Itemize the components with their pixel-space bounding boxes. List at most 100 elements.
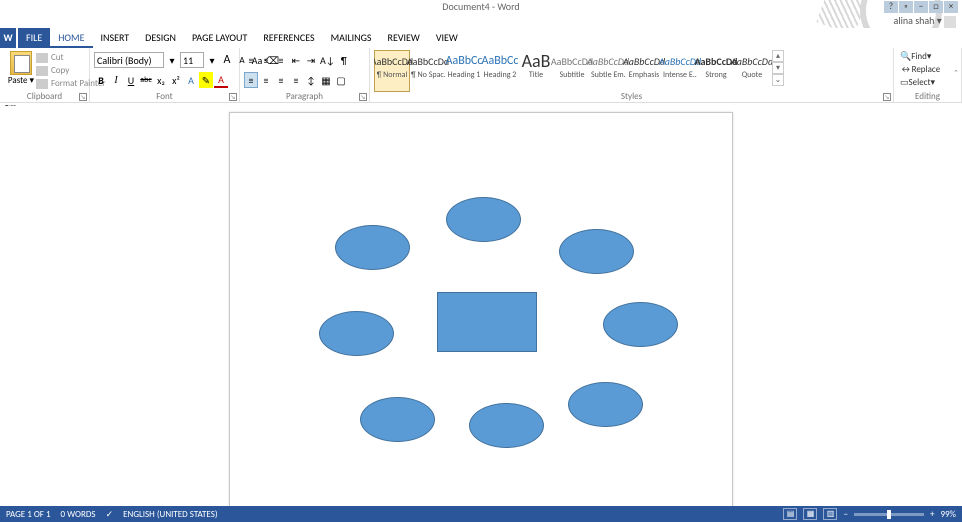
styles-scroll-up[interactable]: ▴ — [772, 50, 784, 62]
style-normal[interactable]: AaBbCcDd¶ Normal — [374, 50, 410, 92]
find-button[interactable]: 🔍 Find ▾ — [898, 50, 957, 63]
highlight-button[interactable]: ✎ — [199, 72, 213, 88]
line-spacing-button[interactable]: ↕ — [304, 72, 318, 88]
view-web-layout[interactable]: ▥ — [823, 508, 837, 520]
ribbon-tabs: W FILE HOME INSERT DESIGN PAGE LAYOUT RE… — [0, 28, 962, 48]
close-button[interactable]: × — [944, 1, 958, 13]
tab-home[interactable]: HOME — [50, 28, 92, 48]
tab-view[interactable]: VIEW — [428, 28, 466, 48]
style-nospac[interactable]: AaBbCcDd¶ No Spac... — [410, 50, 446, 92]
collapse-ribbon-button[interactable]: ˆ — [954, 67, 958, 80]
status-language[interactable]: ENGLISH (UNITED STATES) — [123, 509, 217, 520]
styles-dialog-launcher[interactable]: ↘ — [883, 93, 891, 101]
shading-button[interactable]: ▦ — [319, 72, 333, 88]
view-print-layout[interactable]: ▦ — [803, 508, 817, 520]
document-area[interactable] — [0, 106, 962, 506]
styles-scroll-down[interactable]: ▾ — [772, 62, 784, 74]
clipboard-dialog-launcher[interactable]: ↘ — [79, 93, 87, 101]
font-color-button[interactable]: A — [214, 72, 228, 88]
maximize-button[interactable]: □ — [929, 1, 943, 13]
font-name-input[interactable] — [94, 52, 164, 68]
align-right-button[interactable]: ≡ — [274, 72, 288, 88]
status-page[interactable]: PAGE 1 OF 1 — [6, 509, 51, 520]
group-font: ▾ ▾ A A Aa ⌫ B I U abc x₂ x² A ✎ A Font … — [90, 48, 240, 103]
paste-button[interactable]: Paste ▾ — [4, 50, 38, 86]
minimize-button[interactable]: − — [914, 1, 928, 13]
font-size-dropdown[interactable]: ▾ — [205, 52, 219, 68]
group-label-font: Font — [90, 91, 239, 102]
font-name-dropdown[interactable]: ▾ — [165, 52, 179, 68]
user-row: alina shah ▾ — [0, 14, 962, 28]
style-emphasis[interactable]: AaBbCcDdEmphasis — [626, 50, 662, 92]
tab-references[interactable]: REFERENCES — [255, 28, 322, 48]
style-strong[interactable]: AaBbCcDdStrong — [698, 50, 734, 92]
zoom-out-button[interactable]: − — [843, 509, 847, 520]
style-preview: AaBbCc — [482, 52, 519, 70]
style-subtleem[interactable]: AaBbCcDdSubtle Em... — [590, 50, 626, 92]
style-preview: AaBbCc — [446, 52, 483, 70]
view-read-mode[interactable]: ▤ — [783, 508, 797, 520]
subscript-button[interactable]: x₂ — [154, 72, 168, 88]
multilevel-list-button[interactable]: ≡ — [274, 52, 288, 68]
ellipse-shape-4[interactable] — [319, 311, 394, 356]
rectangle-shape[interactable] — [437, 292, 537, 352]
ellipse-shape-1[interactable] — [446, 197, 521, 242]
styles-more[interactable]: ⌄ — [772, 74, 784, 86]
group-clipboard: Paste ▾ Cut Copy Format Painter Clipboar… — [0, 48, 90, 103]
sort-button[interactable]: A↓ — [319, 52, 336, 68]
tab-pagelayout[interactable]: PAGE LAYOUT — [184, 28, 255, 48]
ellipse-shape-3[interactable] — [559, 229, 634, 274]
style-subtitle[interactable]: AaBbCcDdSubtitle — [554, 50, 590, 92]
superscript-button[interactable]: x² — [169, 72, 183, 88]
document-page[interactable] — [229, 112, 733, 506]
align-center-button[interactable]: ≡ — [259, 72, 273, 88]
tab-design[interactable]: DESIGN — [137, 28, 184, 48]
justify-button[interactable]: ≡ — [289, 72, 303, 88]
tab-insert[interactable]: INSERT — [93, 28, 138, 48]
font-size-input[interactable] — [180, 52, 204, 68]
text-effects-button[interactable]: A — [184, 72, 198, 88]
help-button[interactable]: ? — [884, 1, 898, 13]
tab-mailings[interactable]: MAILINGS — [323, 28, 380, 48]
italic-button[interactable]: I — [109, 72, 123, 88]
underline-button[interactable]: U — [124, 72, 138, 88]
ribbon-display-options[interactable]: ▫ — [899, 1, 913, 13]
style-heading1[interactable]: AaBbCcHeading 1 — [446, 50, 482, 92]
ellipse-shape-6[interactable] — [360, 397, 435, 442]
zoom-in-button[interactable]: + — [930, 509, 934, 520]
replace-button[interactable]: ↔ Replace — [898, 63, 957, 76]
avatar[interactable] — [944, 16, 956, 28]
user-name[interactable]: alina shah — [894, 14, 935, 27]
strikethrough-button[interactable]: abc — [139, 72, 153, 88]
titlebar-title: Document4 - Word — [442, 0, 519, 13]
paragraph-dialog-launcher[interactable]: ↘ — [359, 93, 367, 101]
status-proof[interactable]: ✓ — [106, 509, 114, 520]
bullets-button[interactable]: ≡ — [244, 52, 258, 68]
group-label-editing: Editing — [894, 91, 961, 102]
font-dialog-launcher[interactable]: ↘ — [229, 93, 237, 101]
increase-indent-button[interactable]: ⇥ — [304, 52, 318, 68]
ellipse-shape-5[interactable] — [603, 302, 678, 347]
zoom-slider-thumb[interactable] — [887, 510, 891, 519]
ellipse-shape-7[interactable] — [469, 403, 544, 448]
ellipse-shape-8[interactable] — [568, 382, 643, 427]
borders-button[interactable]: ▢ — [334, 72, 348, 88]
style-heading2[interactable]: AaBbCcHeading 2 — [482, 50, 518, 92]
ellipse-shape-2[interactable] — [335, 225, 410, 270]
style-name: Heading 1 — [448, 70, 481, 80]
align-left-button[interactable]: ≡ — [244, 72, 258, 88]
select-button[interactable]: ▭ Select ▾ — [898, 76, 957, 89]
style-intensee[interactable]: AaBbCcDdIntense E... — [662, 50, 698, 92]
grow-font-button[interactable]: A — [220, 52, 234, 68]
show-marks-button[interactable]: ¶ — [337, 52, 351, 68]
tab-file[interactable]: FILE — [18, 28, 50, 48]
zoom-slider[interactable] — [854, 513, 924, 516]
status-words[interactable]: 0 WORDS — [61, 509, 96, 520]
zoom-level[interactable]: 99% — [940, 509, 956, 520]
style-quote[interactable]: AaBbCcDdQuote — [734, 50, 770, 92]
decrease-indent-button[interactable]: ⇤ — [289, 52, 303, 68]
bold-button[interactable]: B — [94, 72, 108, 88]
tab-review[interactable]: REVIEW — [380, 28, 428, 48]
numbering-button[interactable]: ≡ — [259, 52, 273, 68]
style-title[interactable]: AaBTitle — [518, 50, 554, 92]
